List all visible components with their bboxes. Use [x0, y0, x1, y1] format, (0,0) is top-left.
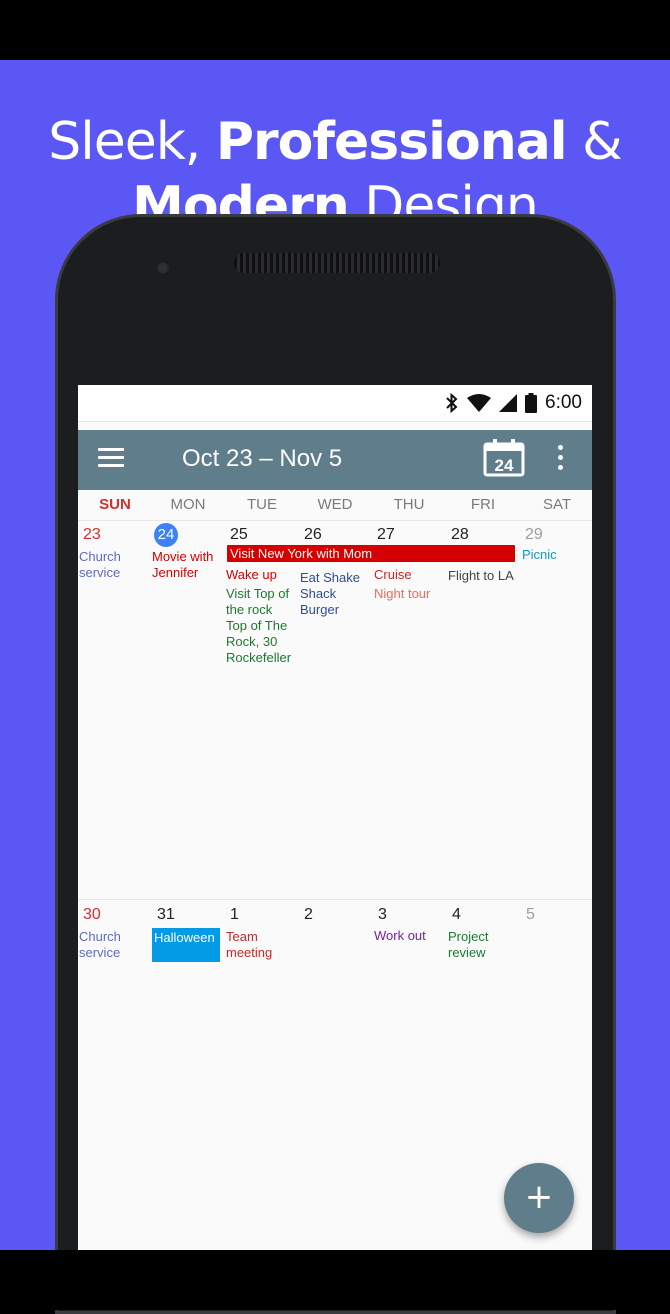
weekday-tue: TUE: [247, 496, 277, 513]
event-item[interactable]: Wake up: [226, 567, 296, 583]
day-number[interactable]: 28: [451, 526, 469, 544]
headline-bold-word: Professional: [215, 112, 568, 172]
menu-icon[interactable]: [98, 448, 124, 470]
today-date-label: 24: [495, 456, 514, 475]
event-item[interactable]: Project review: [448, 929, 514, 961]
weekday-wed: WED: [317, 496, 353, 513]
event-item[interactable]: Church service: [79, 549, 145, 581]
headline-word: Sleek,: [48, 112, 201, 172]
add-event-button[interactable]: +: [504, 1163, 574, 1233]
day-number[interactable]: 26: [304, 526, 322, 544]
top-letterbox: [0, 0, 670, 60]
more-options-icon[interactable]: [550, 442, 570, 476]
event-banner[interactable]: Visit New York with Mom: [227, 545, 515, 562]
day-number[interactable]: 3: [378, 906, 387, 924]
event-item[interactable]: Work out: [374, 928, 444, 944]
headline-ampersand: &: [582, 112, 623, 172]
event-item[interactable]: Flight to LA: [448, 568, 514, 584]
weekday-sun: SUN: [99, 496, 131, 513]
day-number[interactable]: 5: [526, 906, 535, 924]
today-button[interactable]: 24: [483, 439, 525, 477]
date-range-title[interactable]: Oct 23 – Nov 5: [182, 442, 342, 476]
weekday-header: SUN MON TUE WED THU FRI SAT: [78, 490, 592, 521]
day-number[interactable]: 4: [452, 906, 461, 924]
weekday-mon: MON: [170, 496, 206, 513]
event-item[interactable]: Team meeting: [226, 929, 292, 961]
event-item[interactable]: Picnic: [522, 547, 588, 563]
speaker-grille: [234, 253, 440, 273]
day-number[interactable]: 23: [83, 526, 101, 544]
event-item[interactable]: Cruise: [374, 567, 444, 583]
event-item[interactable]: Church service: [79, 929, 145, 961]
week-row-1[interactable]: 23 24 25 26 27 28 29 Visit New York with…: [78, 521, 592, 900]
status-bar: 6:00: [78, 385, 592, 422]
phone-screen: 6:00 Oct 23 – Nov 5 24 SUN MON TUE WED T…: [78, 385, 592, 1255]
app-bar: Oct 23 – Nov 5 24: [78, 430, 592, 490]
event-item[interactable]: Movie with Jennifer: [152, 549, 222, 581]
bottom-letterbox: [0, 1250, 670, 1310]
day-number[interactable]: 2: [304, 906, 313, 924]
status-time: 6:00: [545, 392, 582, 413]
wifi-icon: [467, 394, 492, 412]
calendar-today-icon: 24: [483, 439, 525, 477]
day-number[interactable]: 1: [230, 906, 239, 924]
day-number[interactable]: 27: [377, 526, 395, 544]
day-number[interactable]: 29: [525, 526, 543, 544]
event-item-halloween[interactable]: Halloween: [152, 928, 220, 962]
signal-icon: [499, 394, 518, 412]
today-day-number[interactable]: 24: [154, 523, 178, 547]
event-item[interactable]: Night tour: [374, 586, 444, 602]
camera-icon: [156, 261, 170, 275]
day-number[interactable]: 30: [83, 906, 101, 924]
event-item[interactable]: Eat Shake Shack Burger: [300, 570, 366, 618]
weekday-sat: SAT: [542, 496, 572, 513]
event-item[interactable]: Visit Top of the rock Top of The Rock, 3…: [226, 586, 296, 666]
bluetooth-icon: [446, 393, 458, 413]
weekday-fri: FRI: [470, 496, 496, 513]
weekday-thu: THU: [393, 496, 425, 513]
day-number[interactable]: 25: [230, 526, 248, 544]
battery-icon: [525, 393, 538, 413]
day-number[interactable]: 31: [157, 906, 175, 924]
